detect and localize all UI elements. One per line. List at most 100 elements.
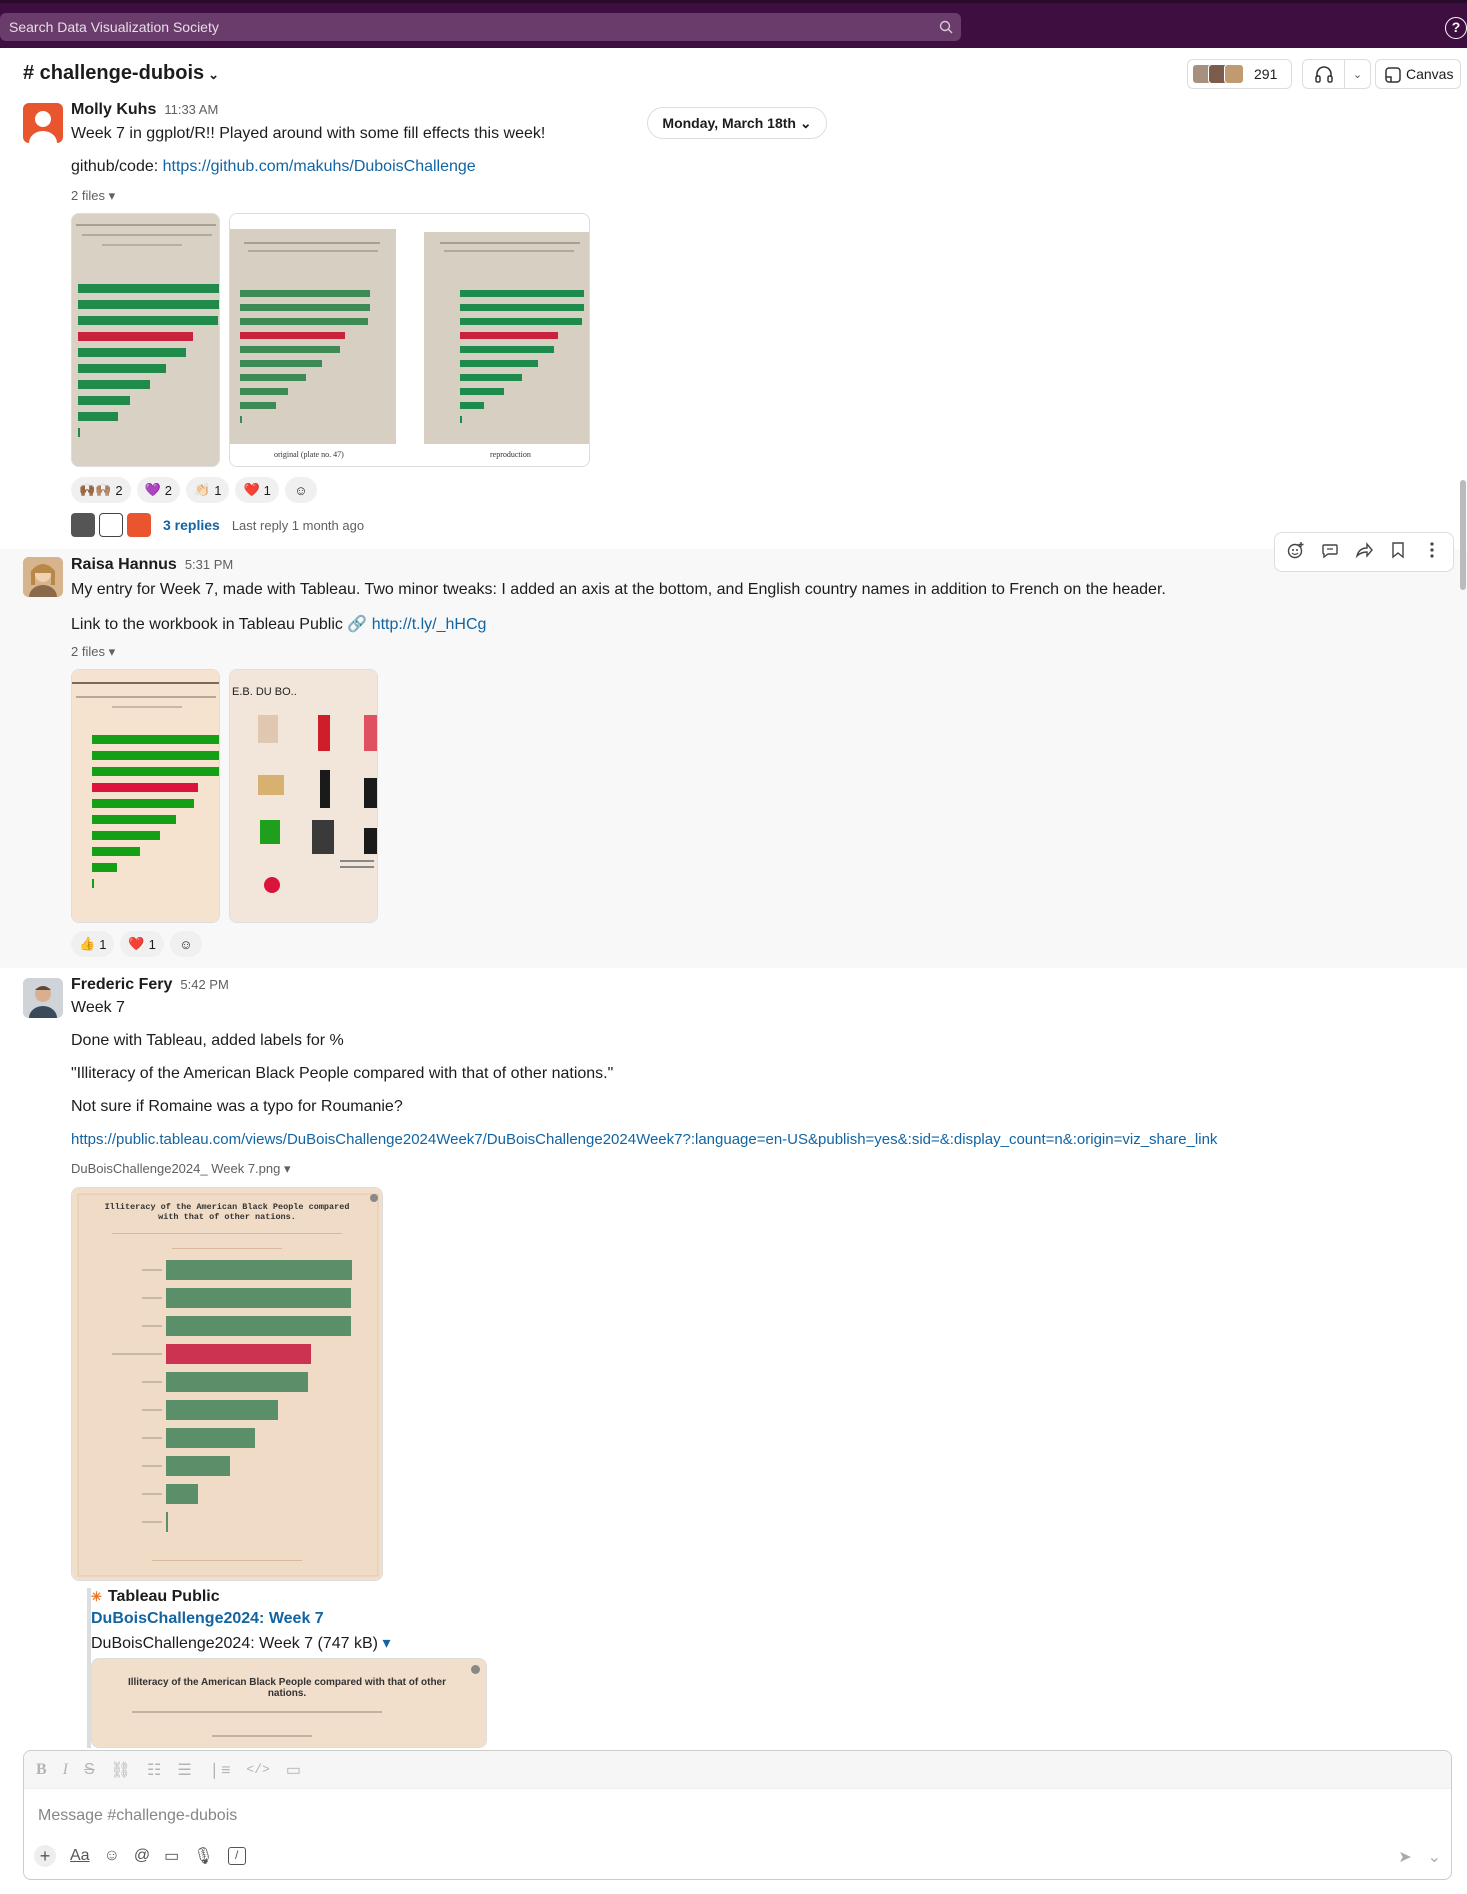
unfurl-site[interactable]: ✳ Tableau Public xyxy=(91,1588,220,1606)
avatar xyxy=(127,513,151,537)
bold-icon[interactable]: B xyxy=(36,1761,47,1779)
message-author[interactable]: Frederic Fery 5:42 PM xyxy=(71,976,229,994)
search-input[interactable]: Search Data Visualization Society xyxy=(0,13,961,41)
file-thumbnail[interactable] xyxy=(71,213,220,467)
tableau-icon: ✳ xyxy=(91,1589,102,1604)
huddle-button[interactable]: ⌄ xyxy=(1302,59,1371,89)
files-toggle[interactable]: 2 files ▾ xyxy=(71,188,115,204)
thumbnail-caption: original (plate no. 47) xyxy=(274,450,344,459)
link-unfurl: ✳ Tableau Public DuBoisChallenge2024: Wee… xyxy=(87,1588,507,1748)
message-time[interactable]: 5:31 PM xyxy=(185,557,233,572)
share-icon[interactable] xyxy=(1355,541,1373,564)
message-text: Link to the workbook in Tableau Public 🔗… xyxy=(71,616,487,633)
preview-subtitle-line xyxy=(132,1711,382,1713)
slash-command-icon[interactable]: / xyxy=(227,1847,246,1865)
caret-down-icon: ▾ xyxy=(283,1161,291,1176)
blockquote-icon[interactable]: ❘≡ xyxy=(208,1760,231,1780)
avatar[interactable] xyxy=(23,103,63,143)
reaction[interactable]: 👏🏻 1 xyxy=(186,477,230,503)
file-thumbnail[interactable]: original (plate no. 47) reproduction xyxy=(229,213,590,467)
more-actions-icon[interactable] xyxy=(1423,541,1441,564)
preview-subtitle-line xyxy=(212,1735,312,1737)
mention-icon[interactable]: @ xyxy=(134,1847,150,1865)
chevron-down-icon[interactable]: ⌄ xyxy=(1428,1847,1441,1867)
help-icon[interactable]: ? xyxy=(1445,17,1467,39)
message-text: Not sure if Romaine was a typo for Rouma… xyxy=(71,1098,403,1115)
member-list-button[interactable]: 291 xyxy=(1187,59,1292,89)
thread-replies[interactable]: 3 replies Last reply 1 month ago xyxy=(71,513,364,537)
message-author[interactable]: Raisa Hannus 5:31 PM xyxy=(71,556,233,574)
file-thumbnail[interactable] xyxy=(71,669,220,923)
reply-count[interactable]: 3 replies xyxy=(163,517,220,533)
search-placeholder: Search Data Visualization Society xyxy=(9,19,219,35)
reaction[interactable]: ❤️ 1 xyxy=(235,477,279,503)
info-icon[interactable] xyxy=(471,1665,480,1674)
add-reaction-icon[interactable]: ☺ xyxy=(169,931,202,957)
message: Molly Kuhs 11:33 AM Week 7 in ggplot/R!! … xyxy=(0,101,1467,536)
add-reaction-icon[interactable]: ☺ xyxy=(284,477,317,503)
file-thumbnail[interactable]: E.B. DU BO.. xyxy=(229,669,378,923)
add-reaction-icon[interactable] xyxy=(1287,541,1305,564)
channel-title[interactable]: # challenge-dubois ⌄ xyxy=(23,62,219,85)
scrollbar[interactable] xyxy=(1460,480,1466,590)
avatar xyxy=(1224,64,1244,84)
canvas-label: Canvas xyxy=(1406,66,1454,82)
strikethrough-icon[interactable]: S xyxy=(84,1761,95,1779)
message-time[interactable]: 5:42 PM xyxy=(180,977,228,992)
message-link[interactable]: https://public.tableau.com/views/DuBoisC… xyxy=(71,1131,1217,1148)
member-count: 291 xyxy=(1254,66,1278,82)
unfurl-file[interactable]: DuBoisChallenge2024: Week 7 (747 kB) ▾ xyxy=(91,1633,390,1653)
code-block-icon[interactable]: ▭ xyxy=(286,1760,301,1780)
caret-down-icon: ▾ xyxy=(108,188,116,203)
formatting-toggle-icon[interactable]: Aa xyxy=(70,1847,90,1865)
files-toggle[interactable]: 2 files ▾ xyxy=(71,644,115,660)
code-icon[interactable]: </> xyxy=(246,1762,269,1777)
reaction[interactable]: 👍 1 xyxy=(71,931,115,957)
headphones-icon[interactable] xyxy=(1303,60,1345,88)
canvas-button[interactable]: Canvas xyxy=(1375,59,1461,89)
message-link[interactable]: https://github.com/makuhs/DuboisChalleng… xyxy=(163,158,476,175)
search-icon xyxy=(939,20,953,34)
avatar[interactable] xyxy=(23,978,63,1018)
channel-header: # challenge-dubois ⌄ 291 ⌄ Canvas xyxy=(0,48,1467,101)
avatar xyxy=(71,513,95,537)
bulleted-list-icon[interactable]: ☰ xyxy=(177,1760,191,1780)
thumbnail-title: E.B. DU BO.. xyxy=(232,686,297,698)
bookmark-icon[interactable] xyxy=(1389,541,1407,564)
ordered-list-icon[interactable]: ☷ xyxy=(147,1760,161,1780)
emoji-icon[interactable]: ☺ xyxy=(104,1847,120,1865)
last-reply: Last reply 1 month ago xyxy=(231,517,365,533)
plus-icon[interactable]: + xyxy=(34,1845,56,1867)
send-icon[interactable]: ➤ xyxy=(1398,1847,1411,1867)
file-image[interactable]: Illiteracy of the American Black People … xyxy=(71,1187,383,1581)
thumbnail-caption: reproduction xyxy=(490,450,531,459)
message-author[interactable]: Molly Kuhs 11:33 AM xyxy=(71,101,218,119)
reply-thread-icon[interactable] xyxy=(1321,541,1339,564)
send-controls: ➤ ⌄ xyxy=(1398,1847,1441,1867)
reaction[interactable]: 🙌🏾🙌🏽 2 xyxy=(71,477,131,503)
video-icon[interactable]: ▭ xyxy=(164,1846,179,1866)
chevron-down-icon[interactable]: ⌄ xyxy=(1345,68,1370,81)
microphone-icon[interactable]: 🎙 xyxy=(193,1846,213,1866)
chevron-down-icon: ⌄ xyxy=(208,67,220,82)
reaction[interactable]: 💜 2 xyxy=(136,477,181,503)
file-name-toggle[interactable]: DuBoisChallenge2024_ Week 7.png ▾ xyxy=(71,1161,291,1177)
italic-icon[interactable]: I xyxy=(63,1761,68,1779)
reactions: 🙌🏾🙌🏽 2 💜 2 👏🏻 1 ❤️ 1 ☺ xyxy=(71,477,317,503)
avatar[interactable] xyxy=(23,557,63,597)
message-text: Week 7 in ggplot/R!! Played around with … xyxy=(71,125,546,142)
unfurl-title[interactable]: DuBoisChallenge2024: Week 7 xyxy=(91,1610,324,1628)
message-input[interactable]: Message #challenge-dubois xyxy=(38,1807,237,1825)
link-icon[interactable]: ⛓ xyxy=(111,1760,131,1780)
message-text: My entry for Week 7, made with Tableau. … xyxy=(71,581,1166,598)
caret-down-icon: ▾ xyxy=(382,1635,391,1652)
reaction[interactable]: ❤️ 1 xyxy=(120,931,164,957)
canvas-icon xyxy=(1385,67,1401,83)
image-title: Illiteracy of the American Black People … xyxy=(104,1202,350,1222)
top-bar: Search Data Visualization Society ? xyxy=(0,0,1467,48)
message-link[interactable]: http://t.ly/_hHCg xyxy=(372,616,487,633)
unfurl-image[interactable]: Illiteracy of the American Black People … xyxy=(91,1658,487,1748)
message-time[interactable]: 11:33 AM xyxy=(164,102,218,117)
caret-down-icon: ▾ xyxy=(108,644,116,659)
reactions: 👍 1 ❤️ 1 ☺ xyxy=(71,931,202,957)
